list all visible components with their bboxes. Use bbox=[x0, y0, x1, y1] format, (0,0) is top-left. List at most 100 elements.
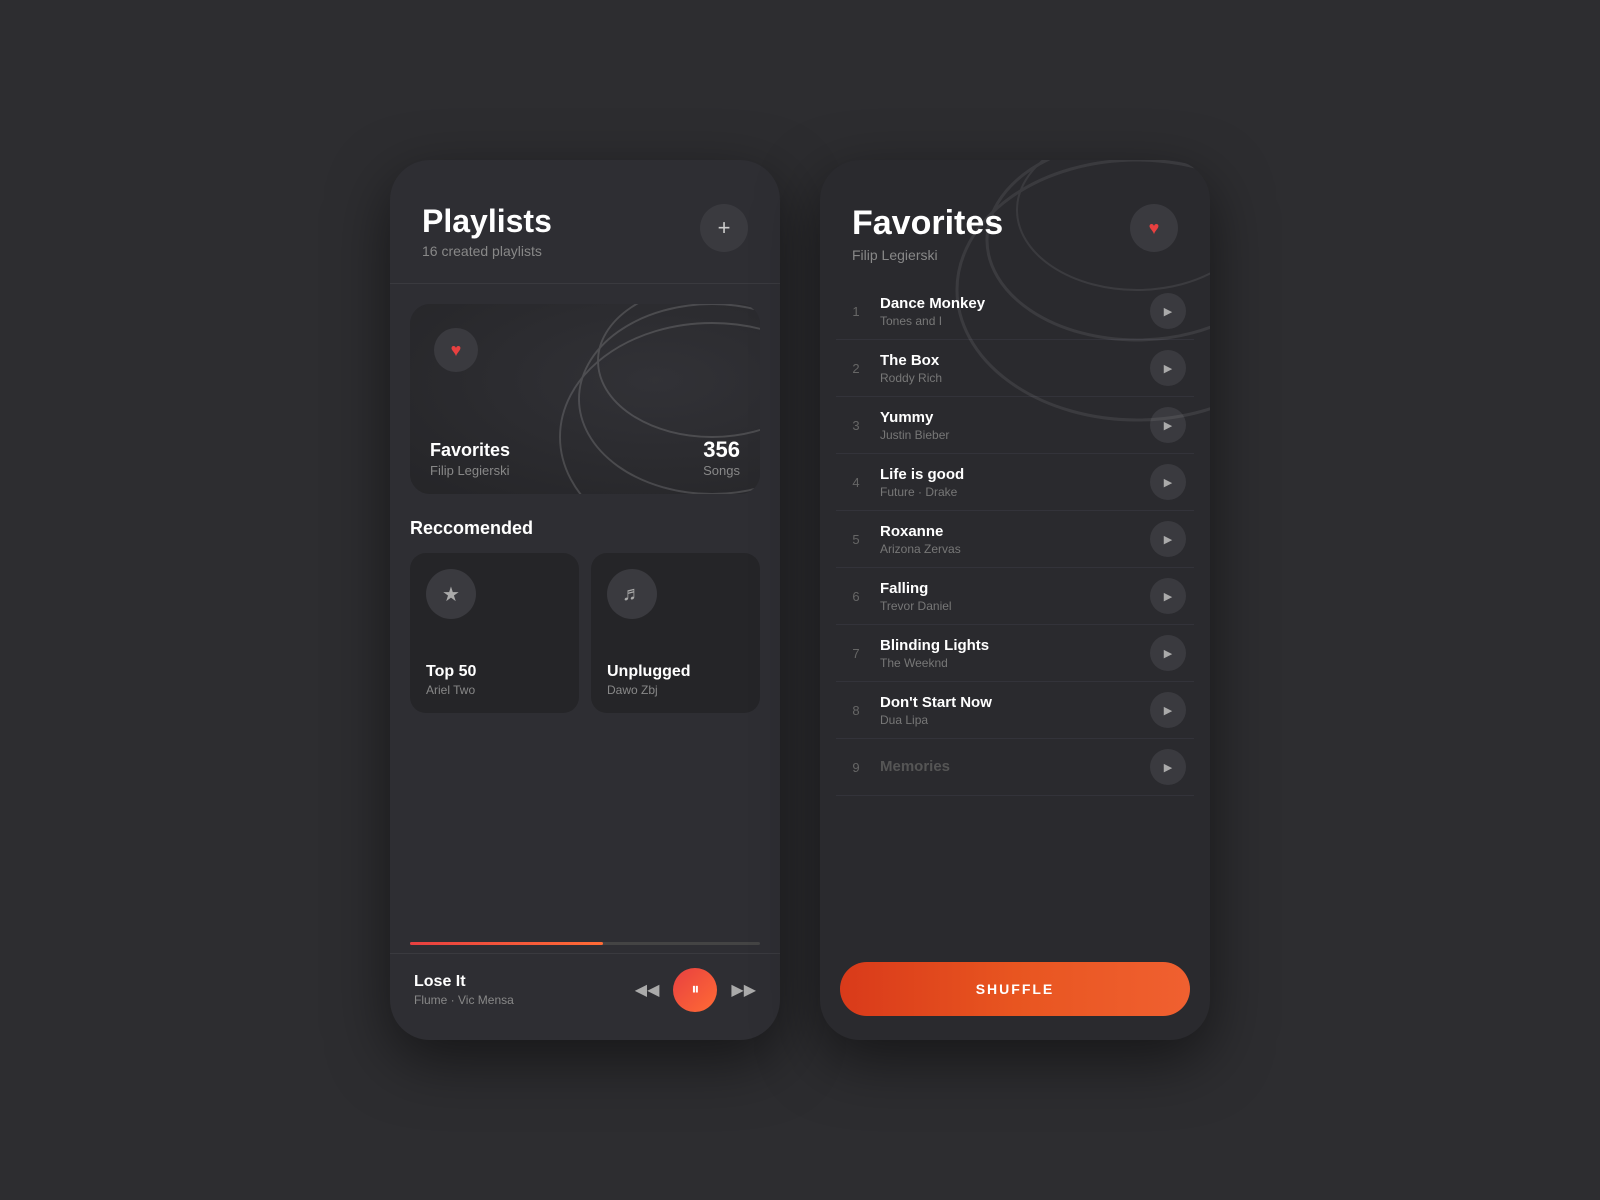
song-title-6: Falling bbox=[880, 580, 1138, 597]
song-info-2: The Box Roddy Rich bbox=[880, 352, 1138, 385]
play-button-9[interactable]: ▶ bbox=[1150, 749, 1186, 785]
card-name: Favorites bbox=[430, 440, 510, 461]
rec-card-name-unplugged: Unplugged bbox=[607, 663, 744, 681]
song-num-4: 4 bbox=[844, 475, 868, 490]
favorites-card-bottom: Favorites Filip Legierski 356 Songs bbox=[410, 421, 760, 494]
song-title-2: The Box bbox=[880, 352, 1138, 369]
song-num-6: 6 bbox=[844, 589, 868, 604]
now-playing-info: Lose It Flume · Vic Mensa bbox=[414, 973, 514, 1007]
progress-bar-section[interactable] bbox=[390, 942, 780, 953]
song-num-1: 1 bbox=[844, 304, 868, 319]
song-list: 1 Dance Monkey Tones and I ▶ 2 The Box R… bbox=[820, 283, 1210, 950]
playlists-header: Playlists 16 created playlists + bbox=[390, 160, 780, 284]
heart-icon: ♥ bbox=[1149, 218, 1160, 239]
rec-card-unplugged[interactable]: ♬ Unplugged Dawo Zbj bbox=[591, 553, 760, 713]
play-button-8[interactable]: ▶ bbox=[1150, 692, 1186, 728]
song-info-1: Dance Monkey Tones and I bbox=[880, 295, 1138, 328]
song-artist-5: Arizona Zervas bbox=[880, 542, 1138, 556]
card-info: Favorites Filip Legierski bbox=[430, 440, 510, 478]
now-playing-artist: Flume · Vic Mensa bbox=[414, 993, 514, 1007]
song-artist-1: Tones and I bbox=[880, 314, 1138, 328]
card-count: 356 Songs bbox=[703, 437, 740, 478]
song-item-9: 9 Memories ▶ bbox=[836, 739, 1194, 796]
recommended-section: Reccomended ★ Top 50 Ariel Two ♬ Unplugg… bbox=[390, 514, 780, 942]
song-info-8: Don't Start Now Dua Lipa bbox=[880, 694, 1138, 727]
song-artist-6: Trevor Daniel bbox=[880, 599, 1138, 613]
phone-left: Playlists 16 created playlists + ♥ Favor… bbox=[390, 160, 780, 1040]
favorites-title-group: Favorites Filip Legierski bbox=[852, 204, 1003, 263]
screens-container: Playlists 16 created playlists + ♥ Favor… bbox=[390, 160, 1210, 1040]
song-item-2: 2 The Box Roddy Rich ▶ bbox=[836, 340, 1194, 397]
playlists-title: Playlists bbox=[422, 204, 552, 239]
prev-button[interactable]: ◀◀ bbox=[635, 980, 660, 1000]
song-item-4: 4 Life is good Future · Drake ▶ bbox=[836, 454, 1194, 511]
song-num-9: 9 bbox=[844, 760, 868, 775]
rec-card-owner-top50: Ariel Two bbox=[426, 683, 563, 697]
now-playing-bar: Lose It Flume · Vic Mensa ◀◀ ⏸ ▶▶ bbox=[390, 953, 780, 1040]
play-button-3[interactable]: ▶ bbox=[1150, 407, 1186, 443]
favorites-heart-button[interactable]: ♥ bbox=[1130, 204, 1178, 252]
progress-bar-fill bbox=[410, 942, 603, 945]
song-item-7: 7 Blinding Lights The Weeknd ▶ bbox=[836, 625, 1194, 682]
progress-bar-track[interactable] bbox=[410, 942, 760, 945]
recommended-title: Reccomended bbox=[410, 518, 760, 539]
song-title-5: Roxanne bbox=[880, 523, 1138, 540]
card-heart-icon-wrap: ♥ bbox=[434, 328, 478, 372]
play-button-7[interactable]: ▶ bbox=[1150, 635, 1186, 671]
play-button-5[interactable]: ▶ bbox=[1150, 521, 1186, 557]
play-button-1[interactable]: ▶ bbox=[1150, 293, 1186, 329]
pause-icon: ⏸ bbox=[691, 981, 699, 999]
song-title-3: Yummy bbox=[880, 409, 1138, 426]
song-artist-7: The Weeknd bbox=[880, 656, 1138, 670]
song-info-7: Blinding Lights The Weeknd bbox=[880, 637, 1138, 670]
favorites-title: Favorites bbox=[852, 204, 1003, 243]
favorites-card[interactable]: ♥ Favorites Filip Legierski 356 Songs bbox=[410, 304, 760, 494]
song-num-3: 3 bbox=[844, 418, 868, 433]
song-info-5: Roxanne Arizona Zervas bbox=[880, 523, 1138, 556]
song-info-3: Yummy Justin Bieber bbox=[880, 409, 1138, 442]
phone-right: Favorites Filip Legierski ♥ 1 Dance Monk… bbox=[820, 160, 1210, 1040]
song-title-9: Memories bbox=[880, 758, 1138, 775]
song-item-5: 5 Roxanne Arizona Zervas ▶ bbox=[836, 511, 1194, 568]
song-item-1: 1 Dance Monkey Tones and I ▶ bbox=[836, 283, 1194, 340]
now-playing-title: Lose It bbox=[414, 973, 514, 991]
song-info-4: Life is good Future · Drake bbox=[880, 466, 1138, 499]
song-title-4: Life is good bbox=[880, 466, 1138, 483]
song-num-8: 8 bbox=[844, 703, 868, 718]
song-item-8: 8 Don't Start Now Dua Lipa ▶ bbox=[836, 682, 1194, 739]
song-artist-4: Future · Drake bbox=[880, 485, 1138, 499]
song-artist-2: Roddy Rich bbox=[880, 371, 1138, 385]
next-button[interactable]: ▶▶ bbox=[731, 980, 756, 1000]
song-num-7: 7 bbox=[844, 646, 868, 661]
guitar-icon: ♬ bbox=[607, 569, 657, 619]
rec-card-top50[interactable]: ★ Top 50 Ariel Two bbox=[410, 553, 579, 713]
song-info-9: Memories bbox=[880, 758, 1138, 777]
song-artist-8: Dua Lipa bbox=[880, 713, 1138, 727]
rec-card-owner-unplugged: Dawo Zbj bbox=[607, 683, 744, 697]
song-title-1: Dance Monkey bbox=[880, 295, 1138, 312]
rec-card-info-unplugged: Unplugged Dawo Zbj bbox=[607, 663, 744, 697]
song-num-5: 5 bbox=[844, 532, 868, 547]
shuffle-button[interactable]: SHUFFLE bbox=[840, 962, 1190, 1016]
play-button-4[interactable]: ▶ bbox=[1150, 464, 1186, 500]
rec-card-name-top50: Top 50 bbox=[426, 663, 563, 681]
card-count-num: 356 bbox=[703, 437, 740, 463]
song-artist-3: Justin Bieber bbox=[880, 428, 1138, 442]
song-item-3: 3 Yummy Justin Bieber ▶ bbox=[836, 397, 1194, 454]
song-num-2: 2 bbox=[844, 361, 868, 376]
song-info-6: Falling Trevor Daniel bbox=[880, 580, 1138, 613]
favorites-header: Favorites Filip Legierski ♥ bbox=[820, 160, 1210, 283]
playlists-title-group: Playlists 16 created playlists bbox=[422, 204, 552, 259]
star-icon: ★ bbox=[426, 569, 476, 619]
song-title-7: Blinding Lights bbox=[880, 637, 1138, 654]
play-button-6[interactable]: ▶ bbox=[1150, 578, 1186, 614]
song-title-8: Don't Start Now bbox=[880, 694, 1138, 711]
recommended-grid: ★ Top 50 Ariel Two ♬ Unplugged Dawo Zbj bbox=[410, 553, 760, 713]
pause-button[interactable]: ⏸ bbox=[673, 968, 717, 1012]
card-count-label: Songs bbox=[703, 463, 740, 478]
add-playlist-button[interactable]: + bbox=[700, 204, 748, 252]
playlists-subtitle: 16 created playlists bbox=[422, 243, 552, 259]
rec-card-info-top50: Top 50 Ariel Two bbox=[426, 663, 563, 697]
play-button-2[interactable]: ▶ bbox=[1150, 350, 1186, 386]
song-item-6: 6 Falling Trevor Daniel ▶ bbox=[836, 568, 1194, 625]
